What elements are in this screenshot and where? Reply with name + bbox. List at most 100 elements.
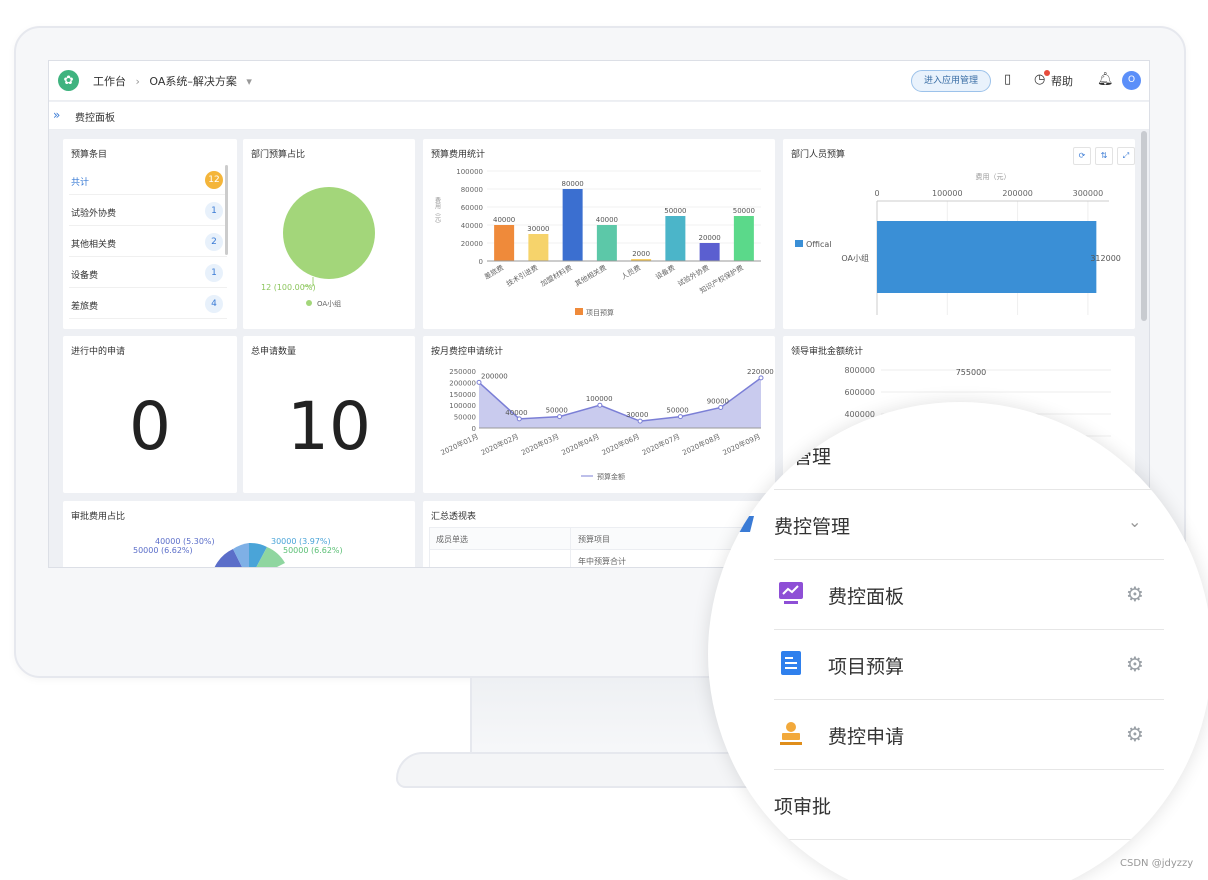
page-scrollbar[interactable] — [1141, 131, 1147, 321]
data-point — [677, 414, 683, 420]
y-tick-label: 200000 — [449, 379, 476, 387]
document-icon — [781, 651, 801, 675]
top-bar: ✿ 工作台 › OA系统–解决方案 ▾ 进入应用管理 ▯ ◷ 帮助 🔔︎ O — [49, 61, 1149, 101]
data-point — [758, 375, 764, 381]
table-divider — [570, 528, 571, 567]
watermark: CSDN @jdyzzy — [1120, 858, 1194, 869]
magnifier-overlay: 车管理 费控管理 ⌄ 费控面板 ⚙ 项目预算 ⚙ 费控申请 ⚙ 项审批 — [708, 402, 1208, 880]
menu-item-vehicle[interactable]: 车管理 — [708, 420, 1208, 490]
expand-sidebar-icon[interactable]: » — [53, 108, 60, 122]
bar — [877, 221, 1097, 293]
x-tick-label: 0 — [874, 189, 879, 198]
list-item[interactable]: 差旅费 4 — [69, 289, 227, 319]
y-tick-label: 250000 — [449, 368, 476, 376]
gear-icon[interactable]: ⚙ — [1126, 652, 1144, 676]
pie-data-label: 40000 (5.30%) — [155, 537, 215, 546]
menu-item-label: 项目预算 — [828, 656, 905, 678]
bar-value-label: 2000 — [632, 250, 650, 258]
data-label: 40000 — [505, 409, 527, 417]
y-tick-label: 40000 — [461, 222, 483, 230]
stage: ✿ 工作台 › OA系统–解决方案 ▾ 进入应用管理 ▯ ◷ 帮助 🔔︎ O »… — [0, 0, 1208, 880]
table-cell: 年中预算合计 — [578, 557, 626, 566]
total-applications-count: 10 — [287, 388, 371, 465]
card-title: 进行中的申请 — [71, 347, 126, 357]
crumb-home[interactable]: 工作台 — [93, 75, 126, 88]
caret-down-icon[interactable]: ▾ — [246, 75, 252, 88]
card-title: 汇总透视表 — [431, 512, 477, 522]
avatar[interactable]: O — [1122, 71, 1141, 90]
menu-item-label: 费控申请 — [828, 726, 905, 748]
menu-item-special-approval[interactable]: 项审批 — [708, 770, 1208, 840]
crumb-app[interactable]: OA系统–解决方案 — [149, 75, 237, 88]
gear-icon[interactable]: ⚙ — [1126, 722, 1144, 746]
x-tick-label: 2020年07月 — [641, 432, 682, 457]
menu-item-project-budget[interactable]: 项目预算 ⚙ — [708, 630, 1208, 700]
bar — [665, 216, 686, 261]
pie-data-label: 12 (100.00%) — [261, 283, 316, 292]
list-item[interactable]: 其他相关费 2 — [69, 227, 227, 257]
y-tick-label: 60000 — [461, 204, 483, 212]
total-applications-card: 总申请数量 10 — [243, 336, 415, 493]
x-tick-label: 100000 — [932, 189, 963, 198]
gear-icon[interactable]: ⚙ — [1126, 582, 1144, 606]
bar-value-label: 40000 — [596, 216, 618, 224]
x-tick-label: 200000 — [1002, 189, 1033, 198]
bar — [596, 225, 617, 261]
table-header-cell: 成员单选 — [436, 535, 468, 544]
breadcrumb: 工作台 › OA系统–解决方案 ▾ — [93, 73, 258, 89]
data-label: 50000 — [666, 407, 688, 415]
app-logo-icon[interactable]: ✿ — [58, 70, 79, 91]
legend-label[interactable]: OA小组 — [317, 299, 341, 308]
menu-item-cost-application[interactable]: 费控申请 ⚙ — [708, 700, 1208, 770]
list-item[interactable]: 试验外协费 1 — [69, 196, 227, 226]
dept-pie-chart: 12 (100.00%) OA小组 — [261, 187, 375, 308]
bar-value-label: 50000 — [664, 207, 686, 215]
bar-value-label: 50000 — [733, 207, 755, 215]
folder-icon — [730, 516, 754, 532]
x-tick-label: 300000 — [1073, 189, 1104, 198]
data-label: 50000 — [546, 407, 568, 415]
card-title: 预算条目 — [71, 150, 108, 160]
legend-marker — [795, 240, 803, 247]
clock-icon[interactable]: ◷ — [1034, 72, 1045, 87]
in-progress-count: 0 — [129, 388, 171, 465]
dept-budget-pie-card: 部门预算占比 12 (100.00%) OA小组 — [243, 139, 415, 329]
list-item[interactable]: 设备费 1 — [69, 258, 227, 288]
pie-data-label: 50000 (6.62%) — [133, 546, 193, 555]
legend-label: Offical — [806, 240, 832, 249]
x-axis-label: 费用（元） — [976, 172, 1011, 181]
menu-item-cost-panel[interactable]: 费控面板 ⚙ — [708, 560, 1208, 630]
sub-bar: » 费控面板 — [49, 102, 1149, 130]
x-tick-label: 2020年01月 — [439, 432, 480, 457]
x-tick-label: 其他相关费 — [573, 263, 608, 288]
chevron-down-icon[interactable]: ⌄ — [1128, 512, 1141, 531]
dashboard-icon — [779, 582, 803, 604]
mobile-icon[interactable]: ▯ — [1004, 72, 1011, 87]
list-item[interactable]: 共计 12 — [69, 165, 227, 195]
y-tick-label: 600000 — [844, 388, 875, 397]
bar — [494, 225, 515, 261]
y-tick-label: 20000 — [461, 240, 483, 248]
budget-bar-chart: 100000 80000 60000 40000 20000 0 费用（元） 40000 差旅费… — [434, 168, 761, 317]
bar — [562, 189, 583, 261]
help-link[interactable]: 帮助 — [1051, 73, 1073, 89]
bar-value-label: 80000 — [561, 180, 583, 188]
pie-data-label: 30000 (3.97%) — [271, 537, 331, 546]
y-tick-label: 0 — [479, 258, 483, 266]
enter-app-manage-button[interactable]: 进入应用管理 — [911, 70, 991, 92]
bell-icon[interactable]: 🔔︎ — [1097, 72, 1114, 87]
legend-marker — [306, 300, 312, 306]
bar-value-label: 30000 — [527, 225, 549, 233]
data-point — [597, 402, 603, 408]
menu-group-cost-control[interactable]: 费控管理 ⌄ — [708, 490, 1208, 560]
list-item-label: 共计 — [71, 178, 90, 188]
scrollbar[interactable] — [225, 165, 228, 255]
data-label: 220000 — [747, 368, 774, 376]
x-tick-label: 差旅费 — [482, 263, 505, 281]
x-tick-label: 人员费 — [619, 263, 642, 281]
pie-slice-oa[interactable] — [283, 187, 375, 279]
x-tick-label: 2020年06月 — [600, 432, 641, 457]
data-point — [557, 414, 563, 420]
budget-expense-card: 预算费用统计 100000 80000 60000 40000 20000 0 费用（元） 4… — [423, 139, 775, 329]
y-tick-label: OA小组 — [841, 253, 869, 263]
